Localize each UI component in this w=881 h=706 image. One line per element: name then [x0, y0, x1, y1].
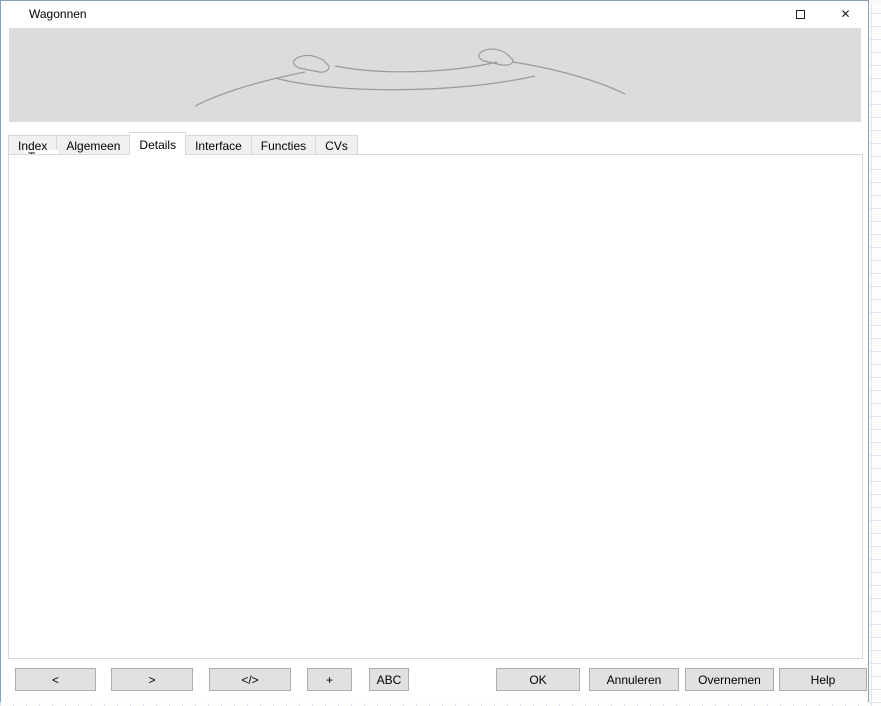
wagonnen-dialog: Wagonnen ✕ Index Algemeen Details Interf…: [0, 0, 869, 702]
tab-bar: Index Algemeen Details Interface Functie…: [8, 132, 357, 155]
tab-details[interactable]: Details: [129, 132, 186, 155]
wagon-preview-banner: [9, 28, 861, 122]
title-bar: Wagonnen ✕: [1, 1, 868, 27]
prev-button[interactable]: <: [15, 668, 96, 691]
tab-interface[interactable]: Interface: [185, 135, 252, 155]
code-button[interactable]: </>: [209, 668, 291, 691]
window-title: Wagonnen: [29, 7, 87, 21]
wagon-sketch-image: [155, 32, 715, 118]
apply-button[interactable]: Overnemen: [685, 668, 774, 691]
tab-functies[interactable]: Functies: [251, 135, 316, 155]
ok-button[interactable]: OK: [496, 668, 580, 691]
cancel-button[interactable]: Annuleren: [589, 668, 679, 691]
maximize-icon: [796, 10, 805, 19]
add-button[interactable]: +: [307, 668, 352, 691]
close-button[interactable]: ✕: [823, 1, 868, 27]
details-tab-panel: [8, 154, 863, 659]
next-button[interactable]: >: [111, 668, 193, 691]
tab-algemeen[interactable]: Algemeen: [56, 135, 130, 155]
maximize-button[interactable]: [778, 1, 823, 27]
abc-button[interactable]: ABC: [369, 668, 409, 691]
window-controls: ✕: [778, 1, 868, 27]
tab-cvs[interactable]: CVs: [315, 135, 358, 155]
help-button[interactable]: Help: [779, 668, 867, 691]
footer: < > </> + ABC OK Annuleren Overnemen Hel…: [1, 659, 868, 703]
